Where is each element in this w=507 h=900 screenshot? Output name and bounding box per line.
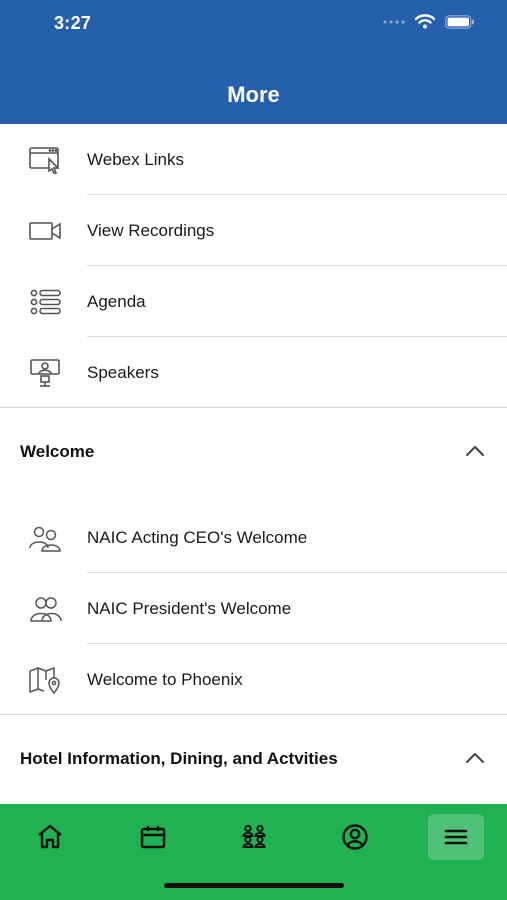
map-pin-icon <box>28 664 64 696</box>
menu-item-ceo-welcome[interactable]: NAIC Acting CEO's Welcome <box>0 502 507 573</box>
section-header-hotel[interactable]: Hotel Information, Dining, and Actvities <box>0 715 507 799</box>
menu-item-label: NAIC Acting CEO's Welcome <box>87 527 308 547</box>
tab-home[interactable] <box>22 814 78 860</box>
menu-item-president-welcome[interactable]: NAIC President's Welcome <box>0 573 507 644</box>
section-title: Welcome <box>20 442 95 461</box>
menu-item-speakers[interactable]: Speakers <box>0 337 507 408</box>
calendar-icon <box>140 826 166 849</box>
menu-item-label: Speakers <box>87 362 159 382</box>
section-title: Hotel Information, Dining, and Actvities <box>20 749 338 768</box>
wifi-icon <box>415 14 435 29</box>
agenda-list-icon <box>28 286 64 318</box>
battery-icon <box>445 14 474 29</box>
more-menu-list[interactable]: Webex Links View Recordings Agenda Speak… <box>0 124 507 804</box>
video-camera-icon <box>28 215 64 247</box>
status-time: 3:27 <box>54 13 92 33</box>
profile-icon <box>342 824 368 850</box>
menu-item-webex-links[interactable]: Webex Links <box>0 124 507 195</box>
status-icons <box>383 14 475 29</box>
app-header: 3:27 More <box>0 0 507 124</box>
speaker-podium-icon <box>28 357 64 389</box>
chevron-up-icon[interactable] <box>465 444 485 458</box>
people-icon <box>28 593 64 625</box>
people-icon <box>28 522 64 554</box>
attendees-icon <box>242 824 266 848</box>
home-indicator[interactable] <box>164 883 344 888</box>
menu-item-agenda[interactable]: Agenda <box>0 266 507 337</box>
menu-item-label: Welcome to Phoenix <box>87 669 243 689</box>
signal-icon <box>383 19 405 24</box>
menu-item-label: View Recordings <box>87 220 215 240</box>
menu-item-label: Agenda <box>87 291 146 311</box>
webex-link-icon <box>28 144 64 176</box>
home-icon <box>38 824 62 849</box>
chevron-up-icon[interactable] <box>465 751 485 765</box>
tab-more[interactable] <box>428 814 484 860</box>
section-header-welcome[interactable]: Welcome <box>0 408 507 492</box>
menu-icon <box>444 829 468 845</box>
menu-item-label: Webex Links <box>87 149 185 169</box>
tab-profile[interactable] <box>327 814 383 860</box>
menu-item-label: NAIC President's Welcome <box>87 598 292 618</box>
page-title: More <box>227 82 280 107</box>
tab-attendees[interactable] <box>226 814 282 860</box>
tab-calendar[interactable] <box>125 814 181 860</box>
menu-item-welcome-phoenix[interactable]: Welcome to Phoenix <box>0 644 507 715</box>
menu-item-view-recordings[interactable]: View Recordings <box>0 195 507 266</box>
